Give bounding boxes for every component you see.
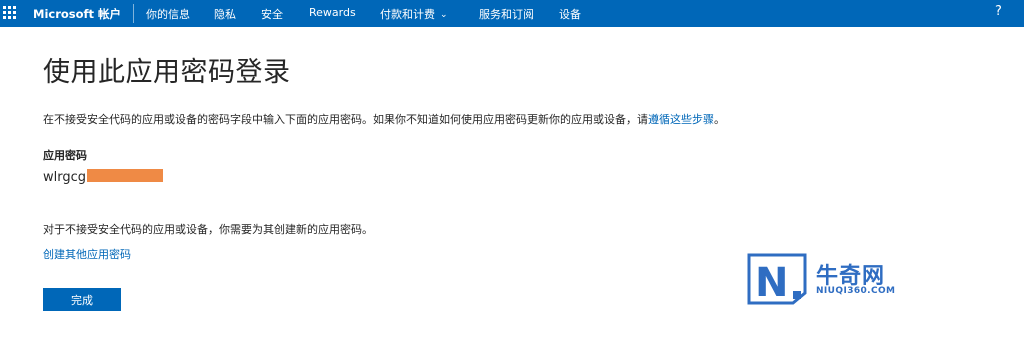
nav-devices[interactable]: 设备 — [559, 6, 581, 22]
note-paragraph: 对于不接受安全代码的应用或设备，你需要为其创建新的应用密码。 — [43, 223, 373, 236]
app-password-label: 应用密码 — [43, 149, 87, 162]
svg-text:N: N — [755, 260, 788, 305]
nav-your-info[interactable]: 你的信息 — [146, 6, 190, 22]
nav-divider — [133, 4, 134, 23]
nav-payment-billing[interactable]: 付款和计费 ⌄ — [380, 6, 448, 22]
nav-services-subscriptions[interactable]: 服务和订阅 — [479, 6, 534, 22]
account-brand-link[interactable]: Microsoft 帐户 — [33, 6, 121, 22]
app-launcher-icon[interactable] — [3, 6, 16, 19]
follow-steps-link[interactable]: 遵循这些步骤 — [648, 113, 714, 126]
page-title: 使用此应用密码登录 — [43, 57, 291, 88]
done-button[interactable]: 完成 — [43, 288, 121, 311]
intro-paragraph: 在不接受安全代码的应用或设备的密码字段中输入下面的应用密码。如果你不知道如何使用… — [43, 111, 725, 127]
nav-privacy[interactable]: 隐私 — [214, 6, 236, 22]
app-password-value: wlrgcg — [43, 170, 87, 185]
nav-payment-billing-label: 付款和计费 — [380, 8, 435, 21]
top-nav-bar: Microsoft 帐户 你的信息 隐私 安全 Rewards 付款和计费 ⌄ 服… — [0, 0, 1024, 27]
intro-end: 。 — [714, 113, 725, 126]
create-another-password-link[interactable]: 创建其他应用密码 — [43, 246, 131, 262]
chevron-down-icon: ⌄ — [440, 10, 448, 20]
nav-security[interactable]: 安全 — [261, 6, 283, 22]
nav-rewards[interactable]: Rewards — [309, 6, 356, 19]
watermark-domain: NIUQI360.COM — [816, 286, 896, 296]
help-icon[interactable]: ? — [995, 4, 1002, 19]
redaction-mark — [87, 169, 163, 182]
watermark-logo-icon: N — [747, 253, 807, 305]
intro-text: 在不接受安全代码的应用或设备的密码字段中输入下面的应用密码。如果你不知道如何使用… — [43, 113, 648, 126]
